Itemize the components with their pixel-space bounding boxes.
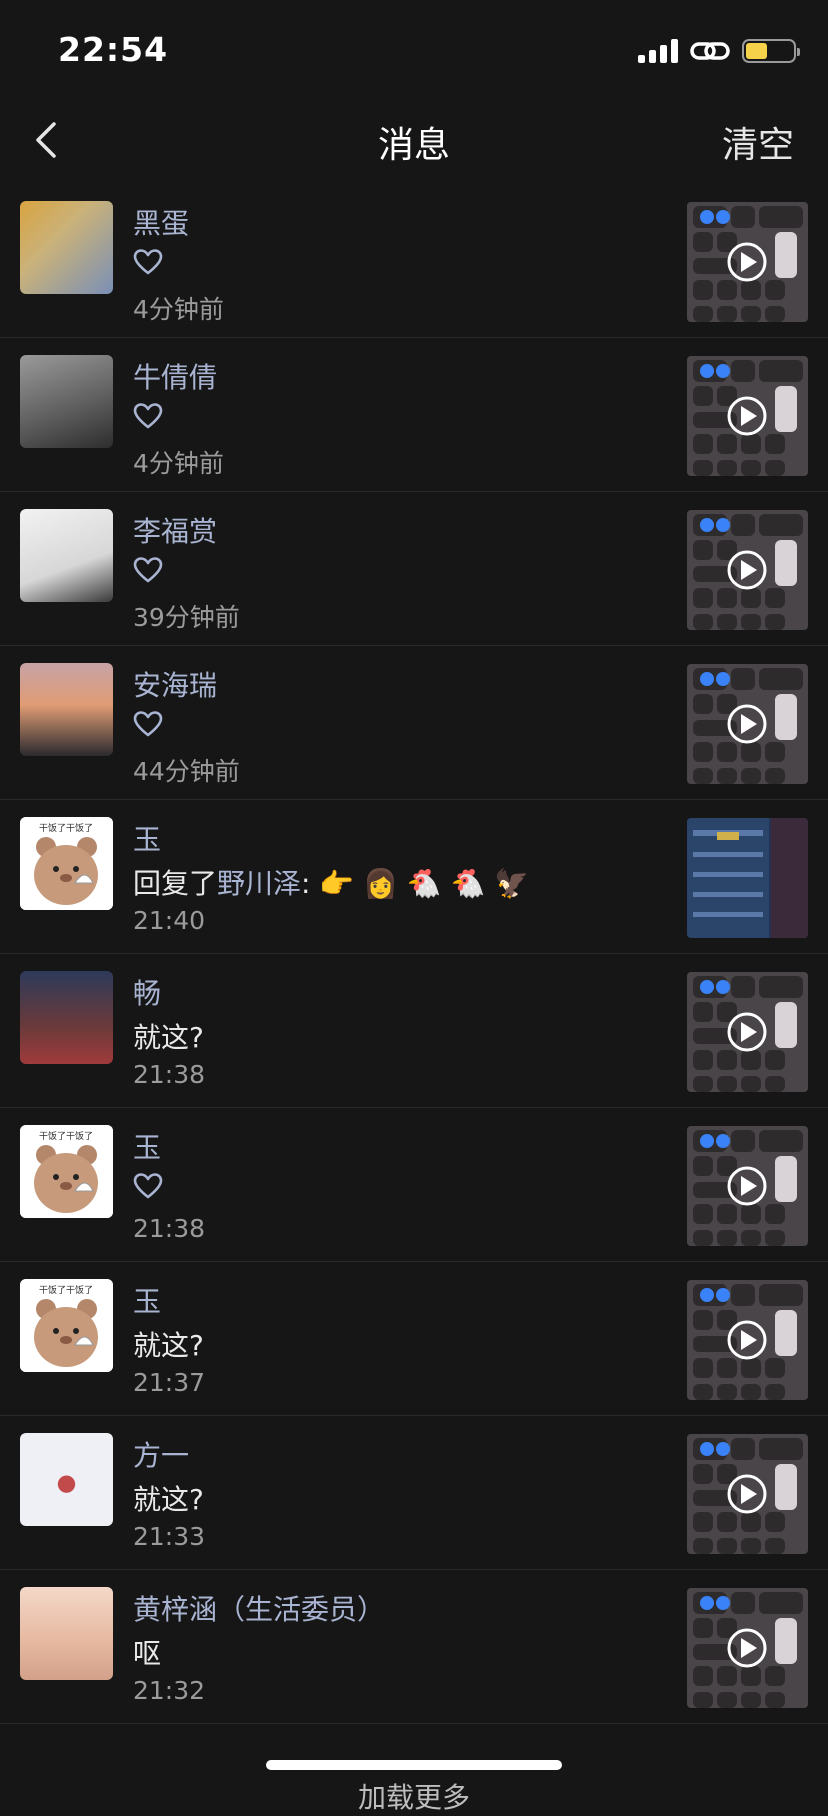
message-list: 黑蛋 4分钟前 牛倩倩 4分钟前 李福赏 39分钟前 安海瑞 44分钟前 干饭了干饭了玉回复了野… [0, 184, 828, 1724]
message-time: 4分钟前 [133, 449, 224, 478]
svg-text:干饭了干饭了: 干饭了干饭了 [39, 822, 93, 834]
signal-icon [638, 39, 678, 63]
svg-text:干饭了干饭了: 干饭了干饭了 [39, 1130, 93, 1142]
message-row[interactable]: 干饭了干饭了 玉 21:38 [0, 1108, 828, 1262]
video-thumbnail[interactable] [687, 356, 808, 476]
sender-name[interactable]: 黄梓涵（生活委员） [133, 1588, 385, 1628]
status-bar: 22:54 [0, 0, 828, 100]
message-content: 就这? [133, 1021, 204, 1054]
sender-name[interactable]: 安海瑞 [133, 664, 217, 704]
home-indicator [266, 1760, 562, 1770]
status-icons [638, 36, 800, 66]
avatar[interactable]: 干饭了干饭了 [20, 1279, 113, 1372]
message-content: 呕 [133, 1637, 162, 1670]
video-thumbnail[interactable] [687, 1126, 808, 1246]
video-thumbnail[interactable] [687, 202, 808, 322]
message-time: 21:38 [133, 1060, 206, 1089]
svg-text:干饭了干饭了: 干饭了干饭了 [39, 1284, 93, 1296]
message-content: 就这? [133, 1483, 204, 1516]
message-row[interactable]: 安海瑞 44分钟前 [0, 646, 828, 800]
heart-icon [133, 249, 163, 275]
hotspot-link-icon [690, 42, 730, 60]
sender-name[interactable]: 玉 [133, 1126, 161, 1166]
avatar[interactable] [20, 1433, 113, 1526]
mention-link[interactable]: 野川泽 [217, 867, 301, 900]
sender-name[interactable]: 牛倩倩 [133, 356, 217, 396]
message-time: 21:33 [133, 1522, 206, 1551]
video-thumbnail[interactable] [687, 1280, 808, 1400]
avatar[interactable]: 干饭了干饭了 [20, 1125, 113, 1218]
video-thumbnail[interactable] [687, 818, 808, 938]
message-content: 回复了野川泽: 👉 👩 🐔 🐔 🦅 [133, 862, 529, 902]
avatar[interactable] [20, 1587, 113, 1680]
battery-icon [742, 39, 800, 63]
message-row[interactable]: 方一就这? 21:33 [0, 1416, 828, 1570]
sender-name[interactable]: 畅 [133, 972, 161, 1012]
message-time: 39分钟前 [133, 603, 240, 632]
message-row[interactable]: 牛倩倩 4分钟前 [0, 338, 828, 492]
page-title: 消息 [377, 125, 450, 166]
sender-name[interactable]: 玉 [133, 1280, 161, 1320]
video-thumbnail[interactable] [687, 664, 808, 784]
heart-icon [133, 711, 163, 737]
load-more-button[interactable]: 加载更多 [0, 1776, 828, 1816]
video-thumbnail[interactable] [687, 510, 808, 630]
reply-prefix: 回复了 [133, 867, 218, 900]
heart-icon [133, 1173, 163, 1199]
message-row[interactable]: 干饭了干饭了 玉就这? 21:37 [0, 1262, 828, 1416]
sender-name[interactable]: 玉 [133, 818, 161, 858]
status-time: 22:54 [58, 30, 169, 69]
message-row[interactable]: 黑蛋 4分钟前 [0, 184, 828, 338]
avatar[interactable] [20, 509, 113, 602]
message-time: 21:37 [133, 1368, 206, 1397]
video-thumbnail[interactable] [687, 1434, 808, 1554]
message-time: 44分钟前 [133, 757, 240, 786]
sender-name[interactable]: 方一 [133, 1434, 189, 1474]
message-row[interactable]: 干饭了干饭了玉回复了野川泽: 👉 👩 🐔 🐔 🦅 21:40 [0, 800, 828, 954]
avatar[interactable] [20, 663, 113, 756]
heart-icon [133, 403, 163, 429]
message-row[interactable]: 黄梓涵（生活委员） 呕 21:32 [0, 1570, 828, 1724]
avatar[interactable] [20, 201, 113, 294]
avatar[interactable] [20, 355, 113, 448]
message-time: 21:40 [133, 906, 206, 935]
message-time: 21:32 [133, 1676, 206, 1705]
message-time: 21:38 [133, 1214, 206, 1243]
reply-text: : 👉 👩 🐔 🐔 🦅 [301, 867, 530, 900]
message-row[interactable]: 李福赏 39分钟前 [0, 492, 828, 646]
nav-bar: 消息 清空 [0, 100, 828, 184]
heart-icon [133, 557, 163, 583]
message-time: 4分钟前 [133, 295, 224, 324]
avatar[interactable] [20, 971, 113, 1064]
sender-name[interactable]: 李福赏 [133, 510, 217, 550]
clear-button[interactable]: 清空 [722, 116, 794, 168]
video-thumbnail[interactable] [687, 1588, 808, 1708]
video-thumbnail[interactable] [687, 972, 808, 1092]
message-content: 就这? [133, 1329, 204, 1362]
sender-name[interactable]: 黑蛋 [133, 202, 189, 242]
message-row[interactable]: 畅就这? 21:38 [0, 954, 828, 1108]
avatar[interactable]: 干饭了干饭了 [20, 817, 113, 910]
